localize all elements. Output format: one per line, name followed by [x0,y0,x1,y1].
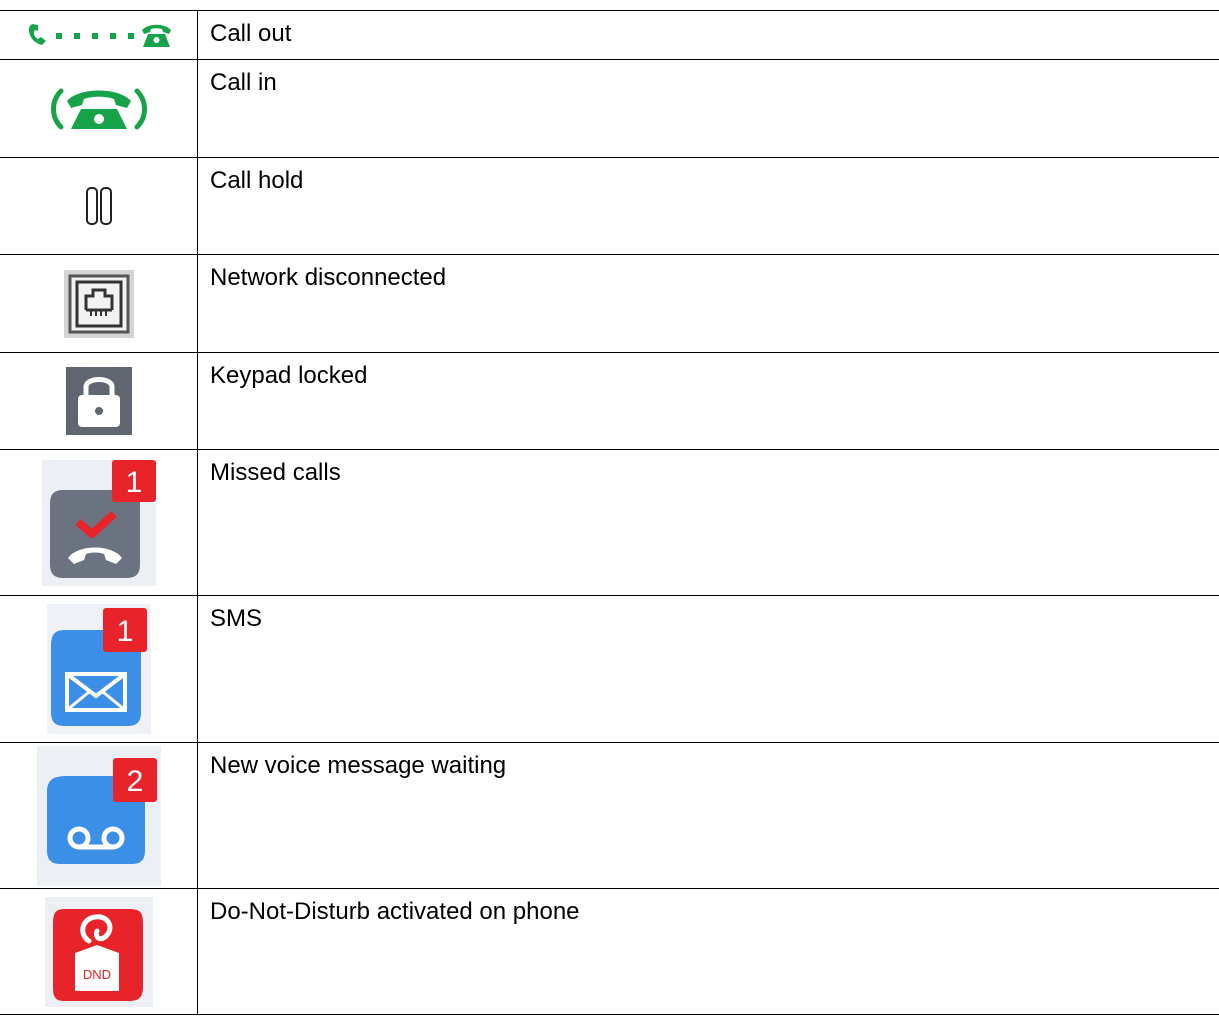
row-label: New voice message waiting [197,742,1219,889]
row-label: Missed calls [197,449,1219,596]
table-row: 2 New voice message waiting [0,742,1219,889]
status-icon-table: Call out Call in Call hold Network disco… [0,10,1219,1015]
icon-cell [0,157,198,255]
table-row: Call in [0,59,1219,158]
badge-count: 1 [125,466,142,499]
table-row: DND Do-Not-Disturb activated on phone [0,888,1219,1015]
row-label: SMS [197,595,1219,743]
table-row: 1 SMS [0,595,1219,743]
icon-cell [0,254,198,353]
icon-cell: DND [0,888,198,1015]
table-row: Network disconnected [0,254,1219,353]
icon-cell [0,59,198,158]
call-out-icon [28,24,171,47]
row-label: Call hold [197,157,1219,255]
icon-cell: 2 [0,742,198,889]
call-in-icon [50,88,147,129]
table-row: Call hold [0,157,1219,255]
icon-cell [0,352,198,450]
row-label: Keypad locked [197,352,1219,450]
table-row: 1 Missed calls [0,449,1219,596]
table-row: Call out [0,10,1219,60]
sms-icon: 1 [46,604,151,734]
voice-message-icon: 2 [36,745,161,886]
badge-count: 2 [126,765,143,798]
table-row: Keypad locked [0,352,1219,450]
call-hold-icon [85,187,112,225]
keypad-locked-icon [65,367,132,435]
badge-count: 1 [116,615,133,648]
row-label: Network disconnected [197,254,1219,353]
icon-cell: 1 [0,449,198,596]
row-label: Call out [197,10,1219,60]
dnd-icon: DND [44,896,153,1007]
icon-cell [0,10,198,60]
row-label: Do-Not-Disturb activated on phone [197,888,1219,1015]
row-label: Call in [197,59,1219,158]
network-disconnected-icon [63,269,134,338]
icon-cell: 1 [0,595,198,743]
missed-calls-icon: 1 [41,459,156,586]
dnd-tag-text: DND [82,967,110,982]
